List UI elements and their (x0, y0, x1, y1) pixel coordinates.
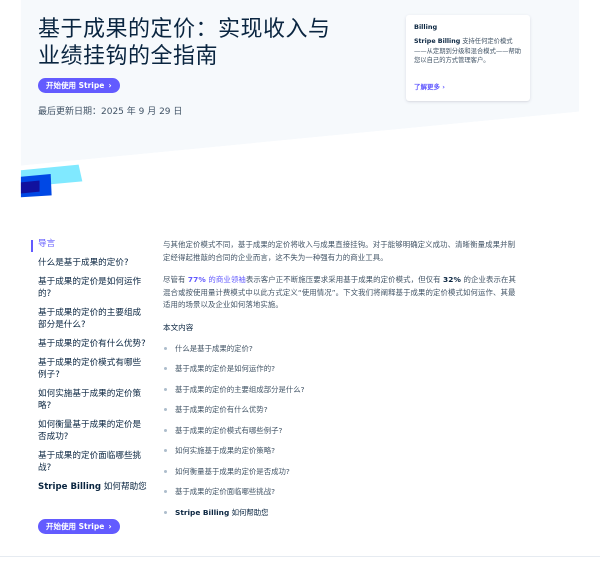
hero-cta-label: 开始使用 Stripe (46, 81, 105, 90)
toc-item-components[interactable]: 基于成果的定价的主要组成部分是什么? (163, 385, 518, 395)
para2-pre: 尽管有 (163, 275, 188, 285)
intro-paragraph: 与其他定价模式不同，基于成果的定价将收入与成果直接挂钩。对于能够明确定义成功、清… (163, 240, 516, 262)
sidebar-item-measure[interactable]: 如何衡量基于成果的定价是否成功? (38, 419, 148, 443)
toc-list: 什么是基于成果的定价? 基于成果的定价是如何运作的? 基于成果的定价的主要组成部… (163, 344, 518, 518)
hero-get-started-button[interactable]: 开始使用 Stripe › (38, 78, 120, 93)
card-body: Stripe Billing 支持任何定价模式——从定期到分级和混合模式——帮助… (414, 37, 522, 66)
chevron-right-icon: › (108, 522, 112, 531)
toc-item-what[interactable]: 什么是基于成果的定价? (163, 344, 518, 354)
page-title-line1: 基于成果的定价：实现收入与 (38, 17, 331, 42)
business-leaders-link[interactable]: 的商业领袖 (206, 275, 246, 284)
stat-77: 77% (187, 275, 206, 285)
stats-paragraph: 尽管有 77% 的商业领袖表示客户正不断施压要求采用基于成果的定价模式，但仅有 … (163, 274, 518, 312)
sidebar-item-what[interactable]: 什么是基于成果的定价? (38, 257, 148, 269)
learn-more-link[interactable]: 了解更多 › (414, 81, 445, 91)
sidebar-item-intro[interactable]: 导言 (38, 238, 148, 250)
sidebar-item-stripe-billing[interactable]: Stripe Billing 如何帮助您 (38, 481, 148, 493)
sidebar-get-started-button[interactable]: 开始使用 Stripe › (38, 519, 120, 534)
article-body: 与其他定价模式不同，基于成果的定价将收入与成果直接挂钩。对于能够明确定义成功、清… (163, 239, 518, 528)
sidebar-item-benefits[interactable]: 基于成果的定价有什么优势? (38, 338, 148, 350)
sidebar-brand: Stripe Billing (38, 482, 102, 492)
page-title-line2: 业绩挂钩的全指南 (38, 44, 219, 69)
active-indicator (31, 240, 33, 252)
chevron-right-icon: › (108, 81, 112, 90)
stat-32: 32% (443, 275, 462, 285)
last-updated: 最后更新日期：2025 年 9 月 29 日 (38, 107, 183, 117)
sidebar-cta-label: 开始使用 Stripe (46, 522, 105, 531)
sidebar-brand-rest: 如何帮助您 (101, 482, 147, 492)
toc-item-examples[interactable]: 基于成果的定价模式有哪些例子? (163, 426, 518, 436)
toc-brand: Stripe Billing (175, 507, 230, 517)
page-title: 基于成果的定价：实现收入与 业绩挂钩的全指南 (38, 16, 368, 70)
toc-item-measure[interactable]: 如何衡量基于成果的定价是否成功? (163, 467, 518, 477)
sidebar-item-components[interactable]: 基于成果的定价的主要组成部分是什么? (38, 307, 148, 331)
para2-mid: 表示客户正不断施压要求采用基于成果的定价模式，但仅有 (245, 275, 444, 285)
hero-section: 基于成果的定价：实现收入与 业绩挂钩的全指南 开始使用 Stripe › 最后更… (0, 0, 600, 240)
sidebar-item-implement[interactable]: 如何实施基于成果的定价策略? (38, 388, 148, 412)
sidebar-item-challenges[interactable]: 基于成果的定价面临哪些挑战? (38, 450, 148, 474)
billing-promo-card: Billing Stripe Billing 支持任何定价模式——从定期到分级和… (406, 15, 530, 101)
card-label: Billing (414, 23, 438, 31)
toc-item-how[interactable]: 基于成果的定价是如何运作的? (163, 364, 518, 374)
toc-item-stripe-billing[interactable]: Stripe Billing 如何帮助您 (163, 508, 518, 518)
sidebar-toc: 导言 什么是基于成果的定价? 基于成果的定价是如何运作的? 基于成果的定价的主要… (38, 238, 148, 500)
toc-heading: 本文内容 (163, 322, 194, 332)
toc-brand-rest: 如何帮助您 (229, 507, 269, 517)
divider (0, 556, 600, 557)
chevron-right-icon: › (442, 83, 445, 91)
toc-item-challenges[interactable]: 基于成果的定价面临哪些挑战? (163, 487, 518, 497)
sidebar-item-examples[interactable]: 基于成果的定价模式有哪些例子? (38, 357, 148, 381)
toc-item-implement[interactable]: 如何实施基于成果的定价策略? (163, 446, 518, 456)
learn-more-label: 了解更多 (414, 83, 440, 91)
toc-item-benefits[interactable]: 基于成果的定价有什么优势? (163, 405, 518, 415)
sidebar-item-how[interactable]: 基于成果的定价是如何运作的? (38, 276, 148, 300)
card-brand: Stripe Billing (414, 38, 461, 45)
